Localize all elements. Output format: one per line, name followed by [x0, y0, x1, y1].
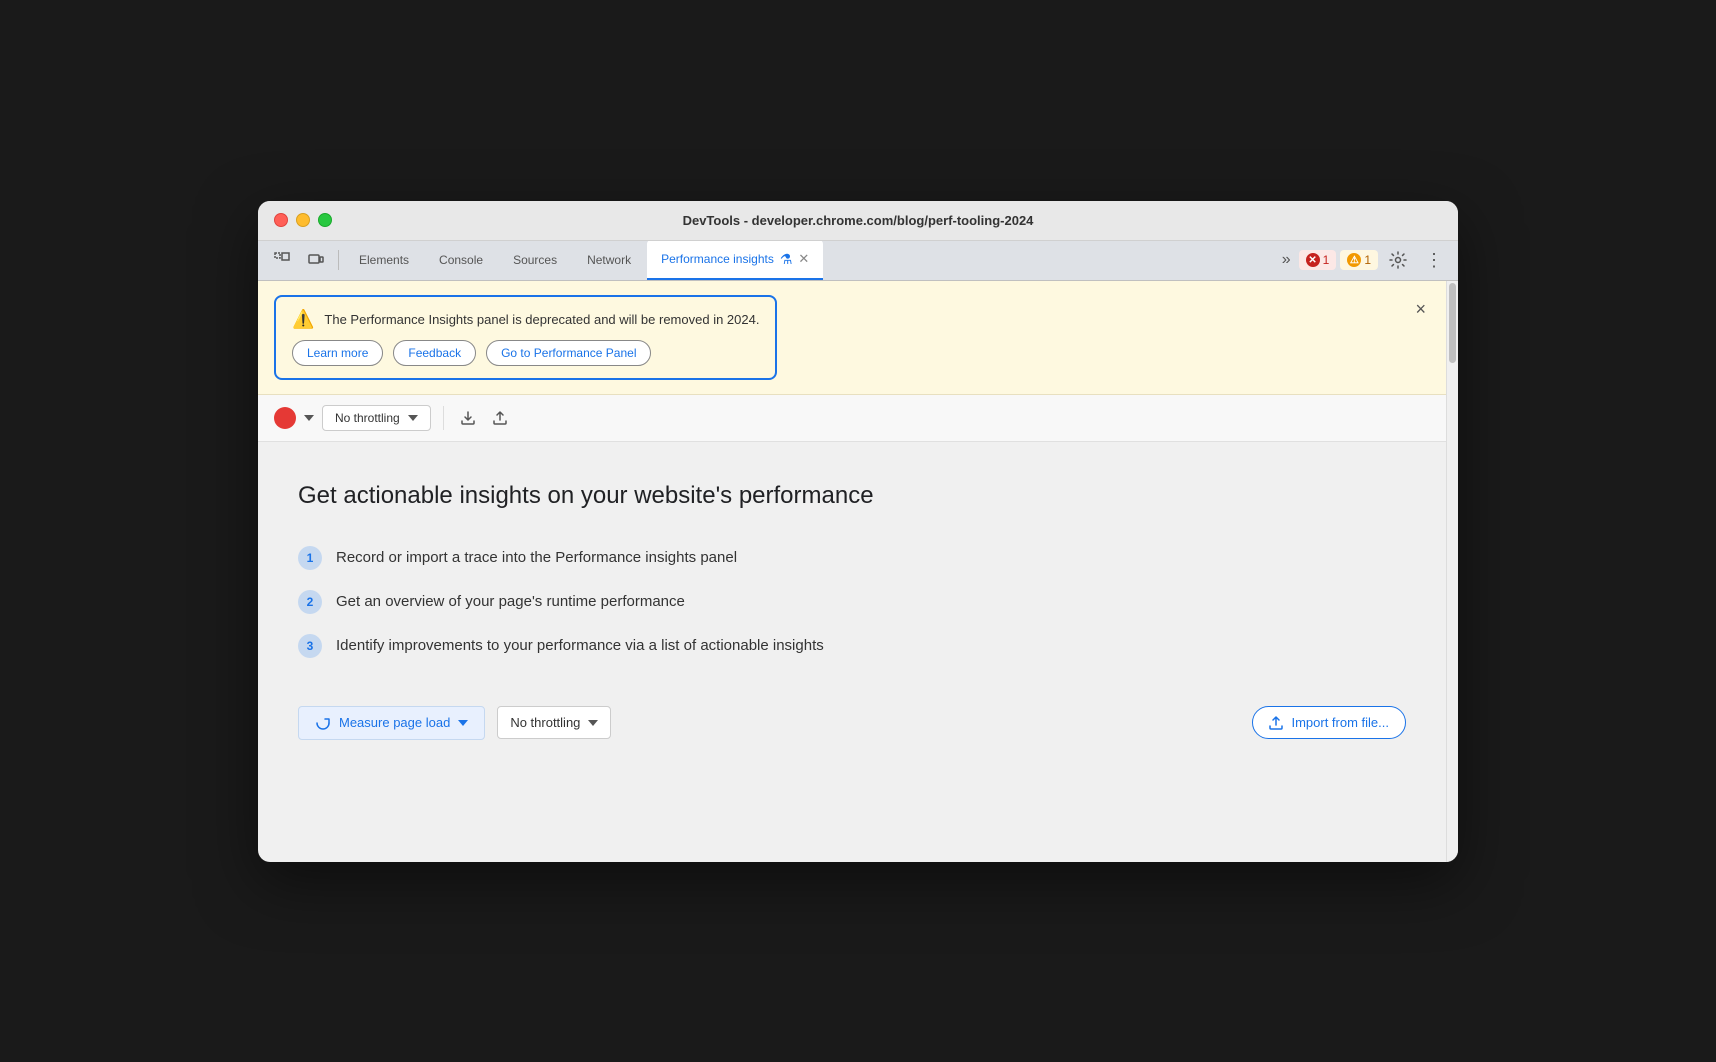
throttle-selector-bottom[interactable]: No throttling — [497, 706, 611, 739]
warning-text: The Performance Insights panel is deprec… — [324, 312, 759, 327]
tab-divider-1 — [338, 250, 339, 270]
learn-more-button[interactable]: Learn more — [292, 340, 383, 366]
devtools-window: DevTools - developer.chrome.com/blog/per… — [258, 201, 1458, 862]
import-top-button[interactable] — [488, 406, 512, 430]
warning-badge[interactable]: ⚠ 1 — [1340, 250, 1378, 270]
maximize-button[interactable] — [318, 213, 332, 227]
step-text-2: Get an overview of your page's runtime p… — [336, 593, 685, 610]
warning-message: ⚠️ The Performance Insights panel is dep… — [292, 309, 759, 330]
inspector-icon[interactable] — [266, 244, 298, 276]
import-from-file-button[interactable]: Import from file... — [1252, 706, 1406, 739]
more-options-icon[interactable]: ⋮ — [1418, 244, 1450, 276]
tabs-bar: Elements Console Sources Network Perform… — [258, 241, 1458, 281]
close-tab-icon[interactable]: ✕ — [798, 251, 809, 267]
close-button[interactable] — [274, 213, 288, 227]
action-bar: Measure page load No throttling Import f… — [298, 706, 1406, 760]
measure-dropdown-arrow — [458, 720, 468, 726]
step-number-1: 1 — [298, 546, 322, 570]
tabs-right: » ✕ 1 ⚠ 1 ⋮ — [1278, 244, 1450, 276]
step-text-3: Identify improvements to your performanc… — [336, 637, 824, 654]
window-title: DevTools - developer.chrome.com/blog/per… — [683, 213, 1034, 228]
scrollbar-thumb[interactable] — [1449, 283, 1456, 363]
record-button[interactable] — [274, 407, 296, 429]
step-number-2: 2 — [298, 590, 322, 614]
traffic-lights — [274, 213, 332, 227]
error-icon: ✕ — [1306, 253, 1320, 267]
reload-icon — [315, 715, 331, 731]
step-number-3: 3 — [298, 634, 322, 658]
throttle-dropdown-arrow — [408, 415, 418, 421]
error-badge[interactable]: ✕ 1 — [1299, 250, 1337, 270]
minimize-button[interactable] — [296, 213, 310, 227]
warning-actions: Learn more Feedback Go to Performance Pa… — [292, 340, 759, 366]
upload-icon — [1269, 716, 1283, 730]
measure-page-load-button[interactable]: Measure page load — [298, 706, 485, 740]
more-tabs-button[interactable]: » — [1278, 247, 1295, 273]
panel-title: Get actionable insights on your website'… — [298, 482, 1406, 510]
main-panel: Get actionable insights on your website'… — [258, 442, 1446, 862]
warning-icon: ⚠ — [1347, 253, 1361, 267]
devtools-main: ⚠️ The Performance Insights panel is dep… — [258, 281, 1458, 862]
go-to-performance-button[interactable]: Go to Performance Panel — [486, 340, 651, 366]
warning-highlighted-box: ⚠️ The Performance Insights panel is dep… — [274, 295, 777, 380]
settings-icon[interactable] — [1382, 244, 1414, 276]
step-1: 1 Record or import a trace into the Perf… — [298, 546, 1406, 570]
step-2: 2 Get an overview of your page's runtime… — [298, 590, 1406, 614]
device-toolbar-icon[interactable] — [300, 244, 332, 276]
export-button[interactable] — [456, 406, 480, 430]
step-text-1: Record or import a trace into the Perfor… — [336, 549, 737, 566]
flask-icon: ⚗ — [780, 251, 793, 268]
step-3: 3 Identify improvements to your performa… — [298, 634, 1406, 658]
dismiss-warning-button[interactable]: × — [1411, 295, 1430, 324]
devtools-content: ⚠️ The Performance Insights panel is dep… — [258, 281, 1446, 862]
title-bar: DevTools - developer.chrome.com/blog/per… — [258, 201, 1458, 241]
warning-banner: ⚠️ The Performance Insights panel is dep… — [258, 281, 1446, 395]
feedback-button[interactable]: Feedback — [393, 340, 476, 366]
throttle-selector-top[interactable]: No throttling — [322, 405, 431, 431]
throttle-bottom-dropdown-arrow — [588, 720, 598, 726]
tab-performance-insights[interactable]: Performance insights ⚗ ✕ — [647, 240, 823, 280]
scrollbar-track[interactable] — [1446, 281, 1458, 862]
steps-list: 1 Record or import a trace into the Perf… — [298, 546, 1406, 658]
toolbar-divider — [443, 406, 444, 430]
devtools-toolbar: No throttling — [258, 395, 1446, 442]
warning-triangle-icon: ⚠️ — [292, 309, 314, 330]
tab-elements[interactable]: Elements — [345, 240, 423, 280]
record-dropdown-arrow[interactable] — [304, 415, 314, 421]
tab-sources[interactable]: Sources — [499, 240, 571, 280]
tab-network[interactable]: Network — [573, 240, 645, 280]
tab-console[interactable]: Console — [425, 240, 497, 280]
